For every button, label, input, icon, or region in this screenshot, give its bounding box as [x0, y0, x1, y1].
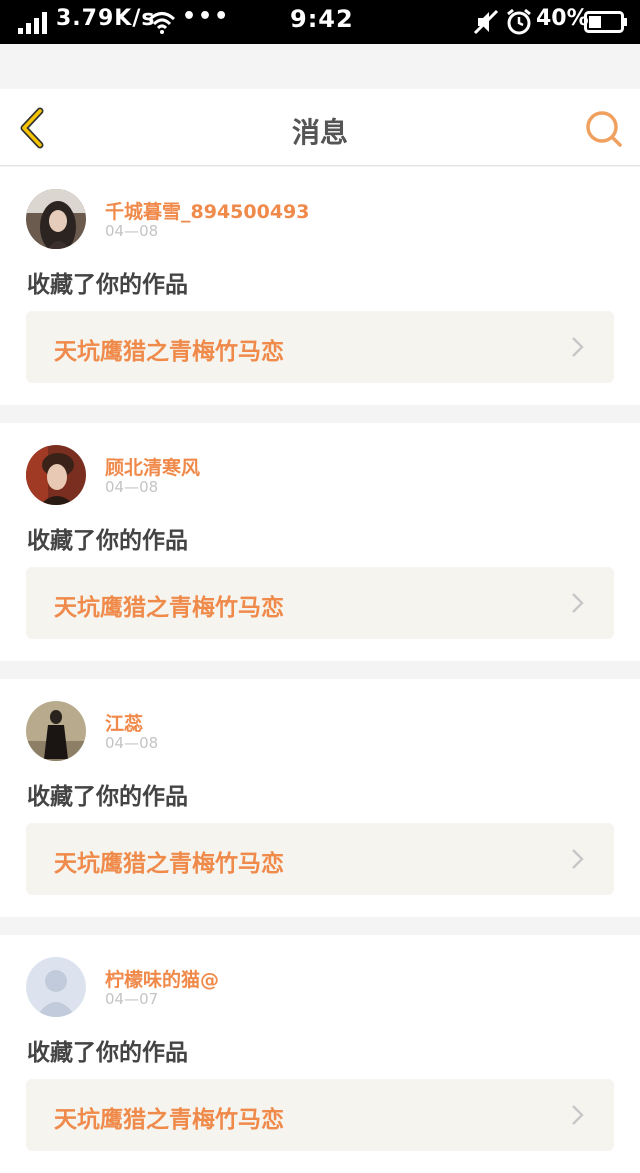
top-spacer [0, 44, 640, 89]
avatar[interactable] [26, 445, 86, 505]
message-date: 04—07 [105, 990, 159, 1008]
action-text: 收藏了你的作品 [27, 272, 188, 298]
chevron-right-icon [572, 337, 584, 357]
action-text: 收藏了你的作品 [27, 1040, 188, 1066]
network-speed: 3.79K/s [56, 6, 156, 31]
more-notifications-icon: ••• [182, 4, 231, 29]
wifi-icon [148, 12, 176, 34]
username[interactable]: 柠檬味的猫@ [105, 965, 219, 992]
status-bar: 3.79K/s ••• 9:42 40% [0, 0, 640, 44]
clock: 9:42 [290, 5, 354, 33]
message-date: 04—08 [105, 222, 159, 240]
avatar[interactable] [26, 189, 86, 249]
chevron-right-icon [572, 849, 584, 869]
nav-bar: 消息 [0, 89, 640, 166]
chevron-right-icon [572, 593, 584, 613]
avatar[interactable] [26, 957, 86, 1017]
work-title: 天坑鹰猎之青梅竹马恋 [54, 1107, 284, 1133]
work-link[interactable]: 天坑鹰猎之青梅竹马恋 [26, 1079, 614, 1151]
action-text: 收藏了你的作品 [27, 528, 188, 554]
username[interactable]: 顾北清寒风 [105, 453, 200, 480]
work-title: 天坑鹰猎之青梅竹马恋 [54, 851, 284, 877]
message-date: 04—08 [105, 478, 159, 496]
message-card: 顾北清寒风 04—08 收藏了你的作品 天坑鹰猎之青梅竹马恋 [0, 423, 640, 661]
mute-icon [473, 9, 499, 35]
work-link[interactable]: 天坑鹰猎之青梅竹马恋 [26, 567, 614, 639]
battery-icon [584, 11, 627, 33]
alarm-icon [507, 8, 531, 35]
work-title: 天坑鹰猎之青梅竹马恋 [54, 339, 284, 365]
work-title: 天坑鹰猎之青梅竹马恋 [54, 595, 284, 621]
message-date: 04—08 [105, 734, 159, 752]
message-card: 千城暮雪_894500493 04—08 收藏了你的作品 天坑鹰猎之青梅竹马恋 [0, 167, 640, 405]
message-card: 柠檬味的猫@ 04—07 收藏了你的作品 天坑鹰猎之青梅竹马恋 [0, 935, 640, 1173]
work-link[interactable]: 天坑鹰猎之青梅竹马恋 [26, 823, 614, 895]
action-text: 收藏了你的作品 [27, 784, 188, 810]
signal-icon [18, 12, 47, 34]
username[interactable]: 千城暮雪_894500493 [105, 197, 309, 224]
username[interactable]: 江蕊 [105, 709, 143, 736]
message-card: 江蕊 04—08 收藏了你的作品 天坑鹰猎之青梅竹马恋 [0, 679, 640, 917]
chevron-right-icon [572, 1105, 584, 1125]
search-icon[interactable] [584, 109, 624, 149]
work-link[interactable]: 天坑鹰猎之青梅竹马恋 [26, 311, 614, 383]
battery-percent: 40% [536, 6, 589, 31]
avatar[interactable] [26, 701, 86, 761]
page-title: 消息 [291, 116, 348, 149]
